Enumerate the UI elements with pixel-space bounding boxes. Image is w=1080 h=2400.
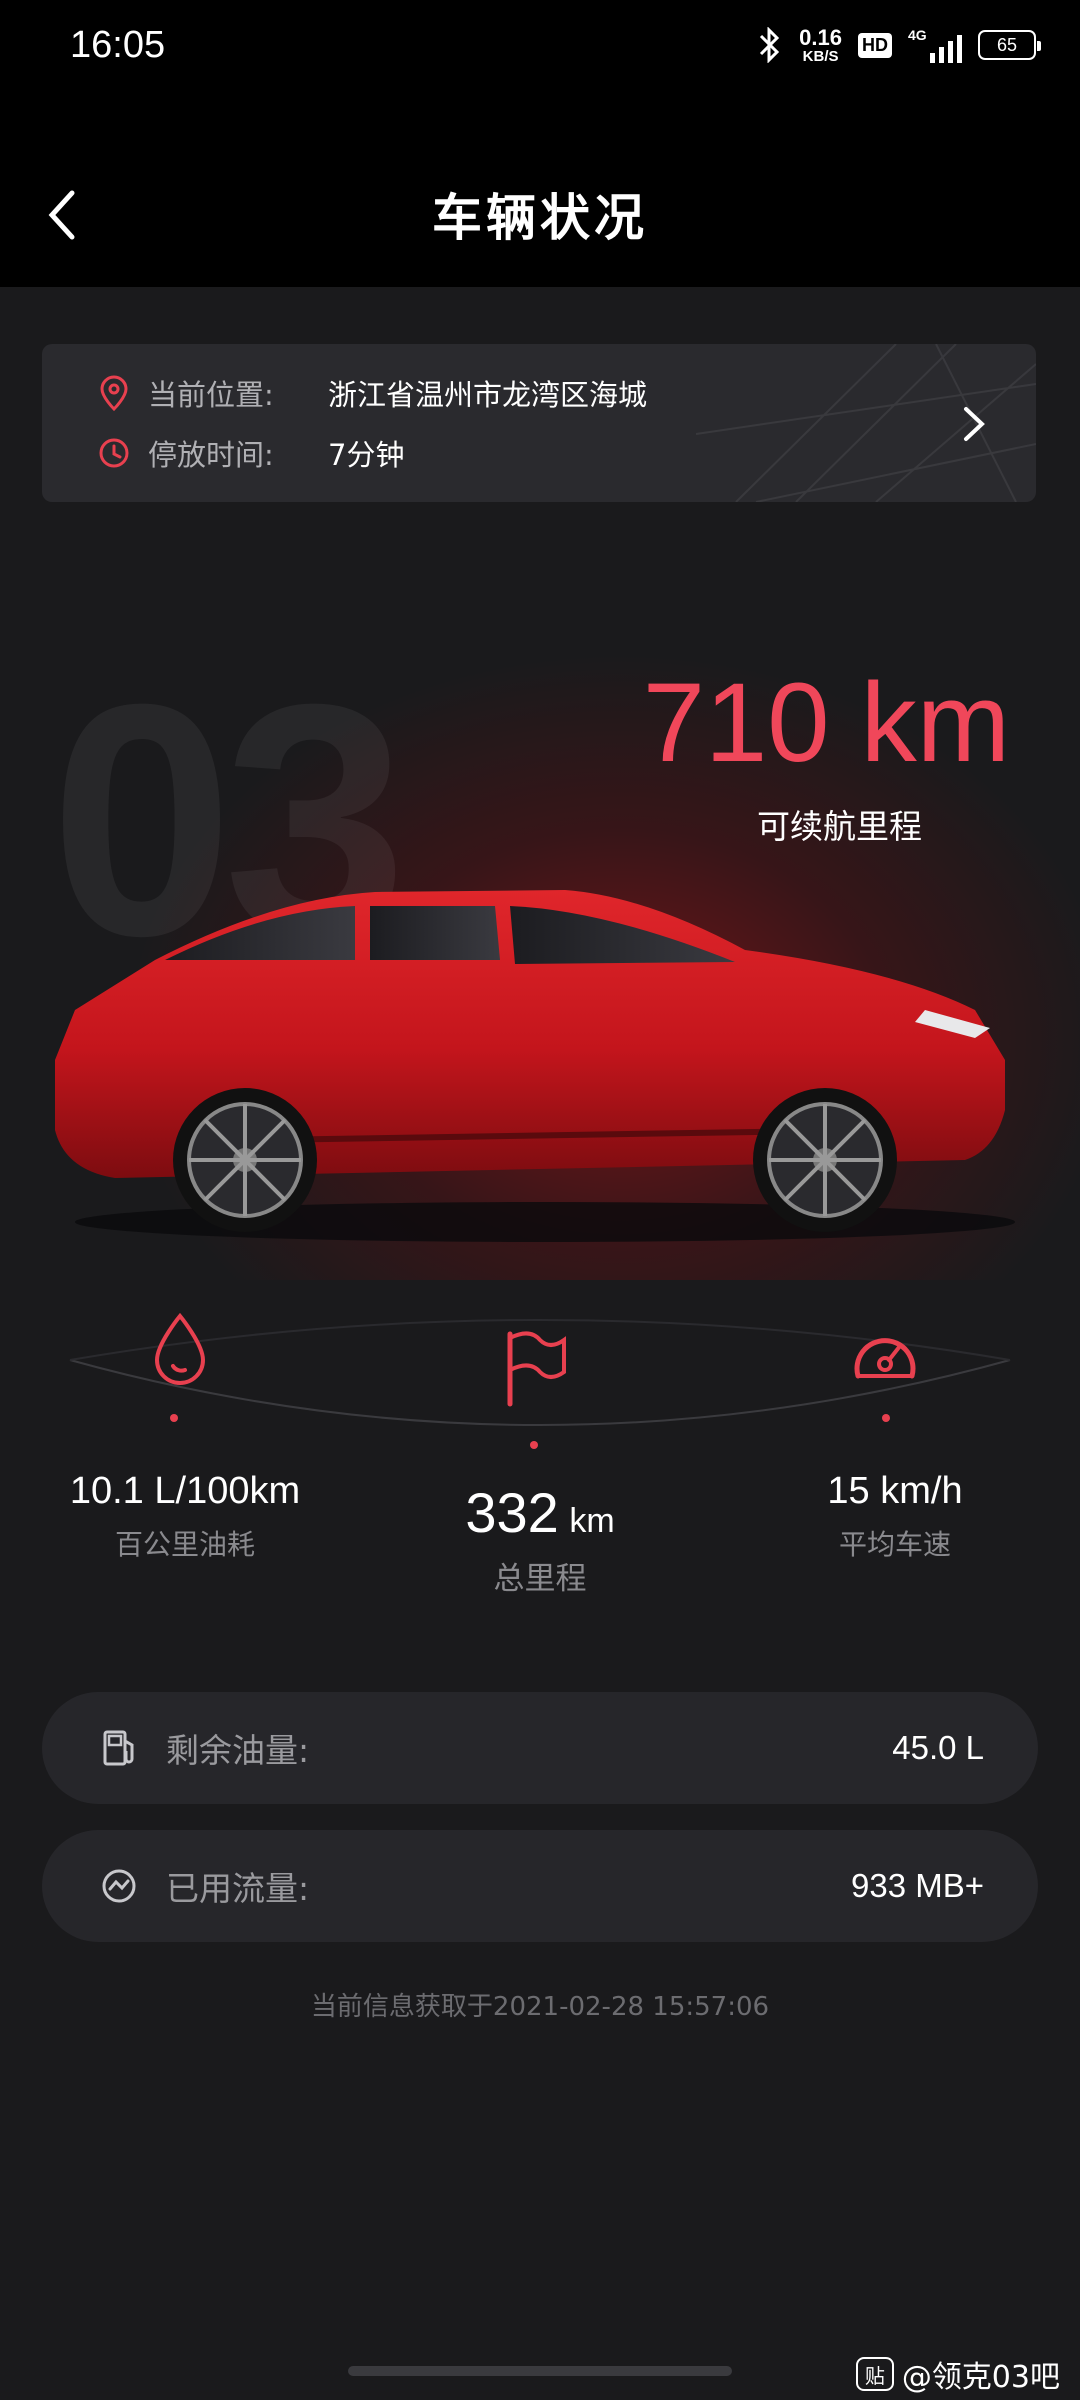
range-value: 710 km: [642, 660, 1010, 785]
parking-time-row: 停放时间: 7分钟: [98, 432, 404, 474]
battery-icon: 65: [978, 30, 1041, 60]
credit-text: @领克03吧: [901, 2360, 1060, 2395]
fuel-remaining-value: 45.0 L: [892, 1729, 984, 1766]
location-value: 浙江省温州市龙湾区海城: [328, 378, 648, 412]
network-speed: 0.16 KB/S: [799, 24, 842, 65]
map-pin-icon: [100, 375, 128, 411]
fuel-consumption-stat: 10.1 L/100km 百公里油耗: [69, 1470, 301, 1561]
status-time: 16:05: [70, 23, 166, 66]
clock-icon: [99, 438, 129, 468]
location-card[interactable]: 当前位置: 浙江省温州市龙湾区海城 停放时间: 7分钟: [42, 344, 1036, 502]
location-label: 当前位置:: [148, 378, 274, 412]
data-usage-icon: [102, 1869, 136, 1903]
cell-signal-icon: 4G: [908, 27, 962, 63]
fuel-remaining-row: 剩余油量: 45.0 L: [42, 1692, 1038, 1804]
car-image: [55, 890, 1015, 1242]
hd-voice-badge: HD: [858, 32, 892, 58]
flag-icon: [507, 1331, 566, 1407]
parking-time-label: 停放时间:: [148, 438, 274, 472]
fuel-remaining-label: 剩余油量:: [166, 1731, 310, 1770]
bluetooth-icon: [760, 27, 780, 63]
total-mileage-stat: 332 km 总里程: [465, 1481, 615, 1597]
status-bar: 16:05 0.16 KB/S HD 4G 65: [0, 0, 1080, 90]
droplet-icon: [154, 1312, 206, 1385]
data-used-row: 已用流量: 933 MB+: [42, 1830, 1038, 1942]
watermark-credit: 贴 @领克03吧: [855, 2352, 1060, 2396]
page-title: 车辆状况: [432, 189, 648, 247]
avg-speed-stat: 15 km/h 平均车速: [827, 1470, 963, 1561]
range-label: 可续航里程: [757, 807, 922, 846]
status-icons: 0.16 KB/S HD 4G 65: [757, 24, 1041, 65]
location-row: 当前位置: 浙江省温州市龙湾区海城: [98, 372, 647, 414]
vehicle-hero: 03 710 km 可续航里程: [0, 560, 1080, 1280]
data-used-label: 已用流量:: [166, 1869, 310, 1908]
app-header: 车辆状况: [0, 90, 1080, 287]
tieba-logo-icon: 贴: [855, 2357, 894, 2391]
speedometer-icon: [854, 1338, 916, 1379]
fuel-pump-icon: [103, 1730, 134, 1766]
parking-time-value: 7分钟: [328, 438, 405, 472]
data-used-value: 933 MB+: [851, 1867, 984, 1904]
update-timestamp: 当前信息获取于2021-02-28 15:57:06: [310, 1992, 770, 2022]
chevron-right-icon[interactable]: [954, 399, 994, 449]
home-indicator[interactable]: [348, 2366, 732, 2376]
